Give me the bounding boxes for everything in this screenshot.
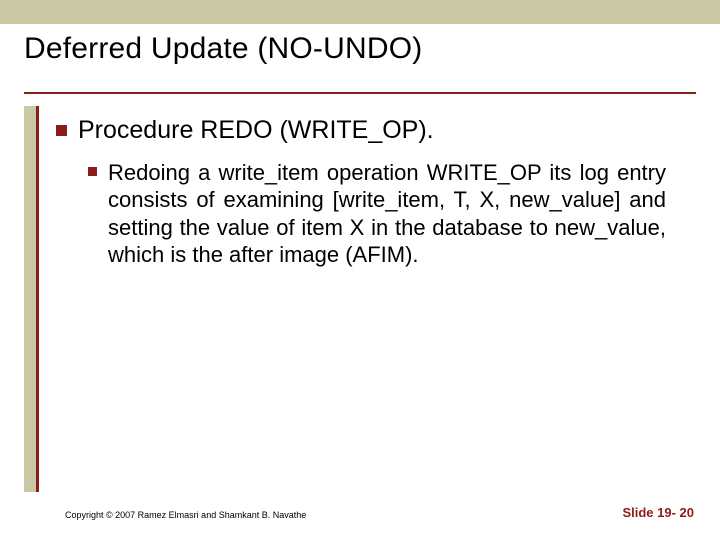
copyright-text: Copyright © 2007 Ramez Elmasri and Shamk… [65, 510, 306, 520]
square-bullet-icon [56, 125, 67, 136]
bullet-level1: Procedure REDO (WRITE_OP). [52, 116, 696, 145]
bullet-level1-text: Procedure REDO (WRITE_OP). [78, 116, 434, 144]
slide: Deferred Update (NO-UNDO) Procedure REDO… [0, 0, 720, 540]
vertical-bar-maroon [36, 106, 39, 492]
vertical-bar-beige [24, 106, 36, 492]
title-rule [24, 92, 696, 94]
body-area: Procedure REDO (WRITE_OP). Redoing a wri… [24, 106, 696, 492]
slide-title: Deferred Update (NO-UNDO) [24, 32, 696, 66]
square-bullet-icon [88, 167, 97, 176]
content: Procedure REDO (WRITE_OP). Redoing a wri… [52, 116, 696, 268]
bullet-level2: Redoing a write_item operation WRITE_OP … [86, 159, 666, 268]
title-block: Deferred Update (NO-UNDO) [24, 32, 696, 94]
top-band [0, 0, 720, 24]
slide-number: Slide 19- 20 [622, 505, 694, 520]
bullet-level2-text: Redoing a write_item operation WRITE_OP … [108, 160, 666, 267]
